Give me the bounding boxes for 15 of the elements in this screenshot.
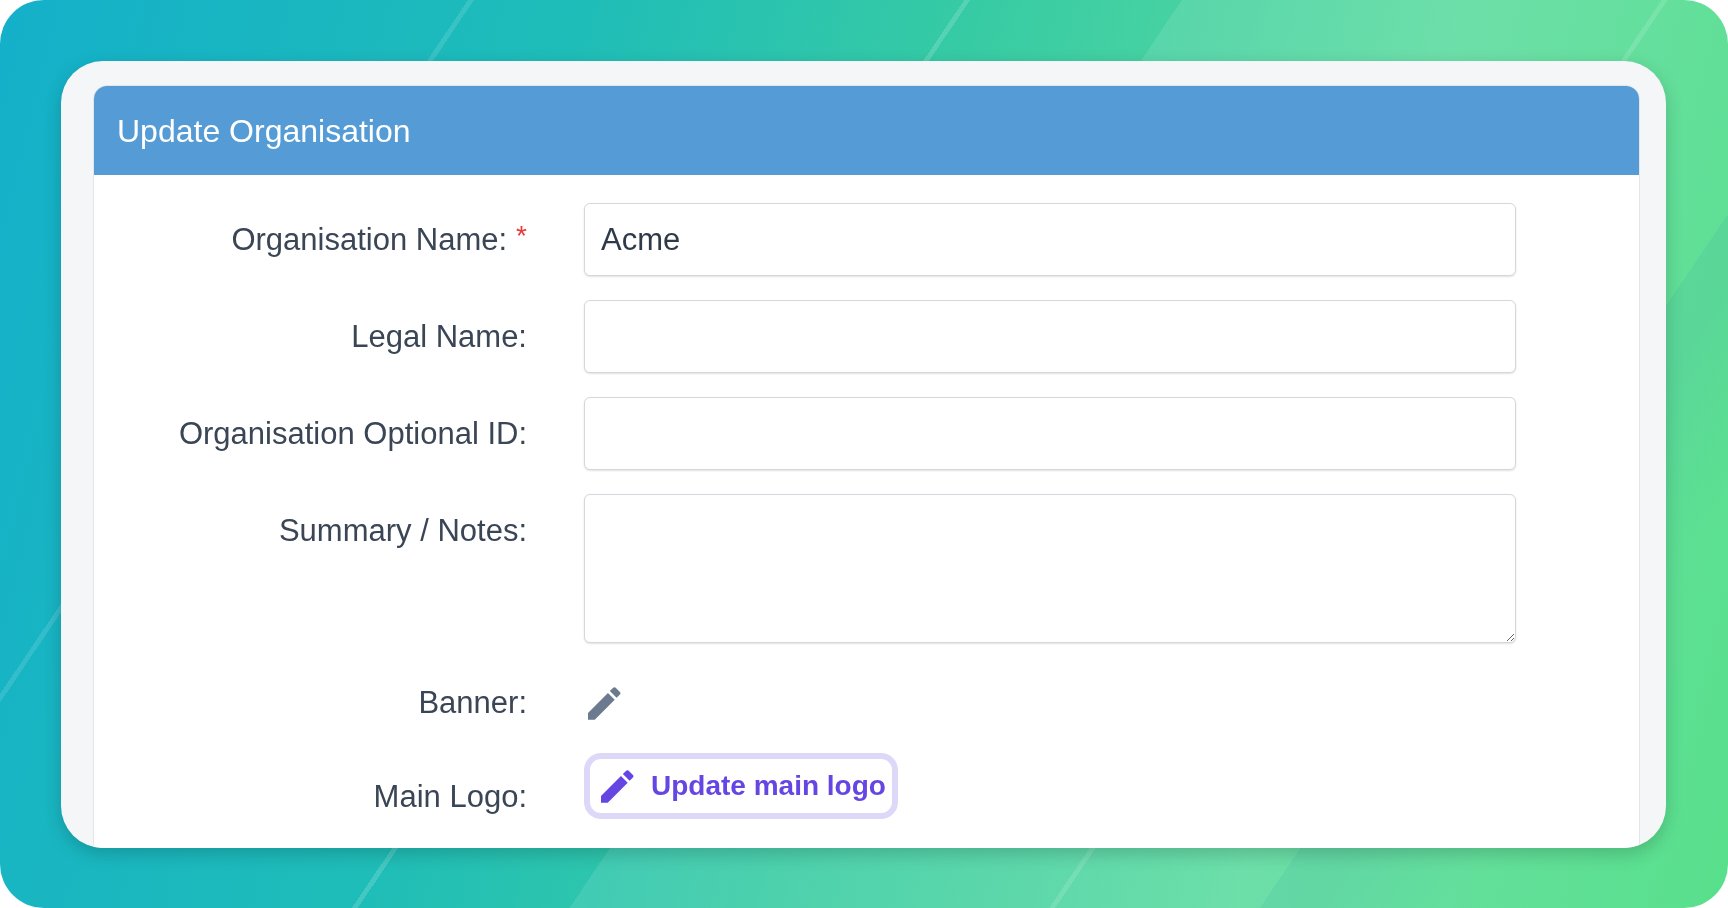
input-field[interactable] bbox=[584, 300, 1516, 373]
update-logo-button[interactable]: Update main logo bbox=[584, 753, 898, 819]
notes-textarea[interactable] bbox=[584, 494, 1516, 643]
pencil-icon[interactable] bbox=[588, 686, 621, 720]
card-title: Update Organisation bbox=[117, 111, 411, 151]
field-label: Organisation Optional ID: bbox=[178, 415, 527, 452]
field-label: Main Logo: bbox=[373, 779, 527, 815]
pencil-icon bbox=[601, 769, 634, 803]
field-label: Legal Name: bbox=[351, 318, 527, 355]
field-label: Organisation Name: bbox=[231, 221, 508, 258]
field-label: Summary / Notes: bbox=[278, 512, 527, 549]
field-label: Banner: bbox=[418, 685, 527, 721]
required-mark: * bbox=[516, 218, 527, 253]
input-field[interactable] bbox=[584, 397, 1516, 470]
input-field[interactable]: Acme bbox=[584, 203, 1516, 276]
